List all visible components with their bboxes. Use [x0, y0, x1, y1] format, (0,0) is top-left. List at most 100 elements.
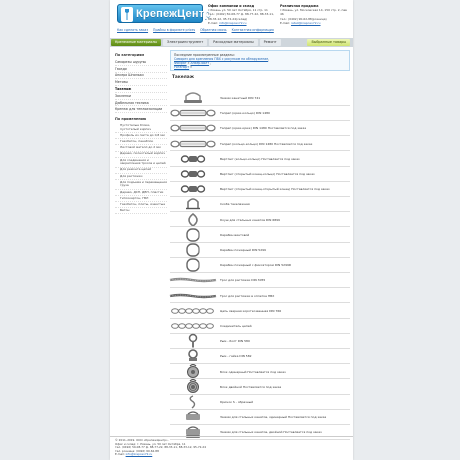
header: КрепежЦентр Офис компании и склад г.Ряза…	[110, 0, 353, 26]
tab-fasteners[interactable]: Крепежные материалы	[111, 39, 162, 46]
retail-contacts: Розничная продажа г.Рязань, ул. Московск…	[280, 4, 350, 25]
product-name-link[interactable]: Карабин винтовой	[220, 233, 249, 237]
sidebar-purpose-item[interactable]: Бетон	[115, 208, 167, 215]
sidebar-purpose-item[interactable]: Для соединения и закрепления тросов и це…	[115, 158, 167, 168]
product-name-link[interactable]: Рым - болт DIN 580	[220, 339, 250, 343]
screw-carabiner-icon[interactable]	[168, 227, 218, 243]
product-row[interactable]: Вертлюг (открытый конец-кольцо) Поставля…	[168, 166, 315, 182]
eye-nut-icon[interactable]	[168, 348, 218, 364]
product-name-link[interactable]: Вертлюг (открытый конец-открытый конец) …	[220, 187, 330, 191]
single-clamp-icon[interactable]	[168, 409, 218, 425]
product-row[interactable]: Талреп (крюк-кольцо) DIN 1480	[168, 105, 288, 121]
sidebar-category-item[interactable]: Дюбельная техника	[115, 100, 167, 107]
chain-connector-icon[interactable]	[168, 318, 218, 334]
product-row[interactable]: Вертлюг (кольцо-кольцо) Поставляется под…	[168, 151, 300, 167]
product-row[interactable]: Коуш для стальных канатов DIN 6899	[168, 212, 288, 228]
top-menu-item[interactable]: Контактная информация	[232, 28, 274, 34]
product-name-link[interactable]: Карабин пожарный DIN 5299	[220, 248, 266, 252]
sidebar-category-item[interactable]: Анкера Шпильки	[115, 73, 167, 80]
sidebar-purpose-item[interactable]: Пустотелые блоки, пустотелый кирпич	[115, 123, 167, 134]
tab-repair[interactable]: Ремонт	[259, 39, 281, 46]
product-row[interactable]: Талреп (кольцо-кольцо) DIN 1480 Поставля…	[168, 136, 312, 152]
footer: © 2011–2019. ООО «КрепежЦентр». Офис и с…	[110, 436, 353, 460]
tab-consumables[interactable]: Расходные материалы	[209, 39, 258, 46]
thimble-icon[interactable]	[168, 212, 218, 228]
product-row[interactable]: Талреп (крюк-крюк) DIN 1480 Поставляется…	[168, 120, 306, 136]
pvc-rope-icon[interactable]	[168, 288, 218, 304]
s-hook-icon[interactable]	[168, 394, 218, 410]
product-name-link[interactable]: Блок двойной Поставляется под заказ	[220, 385, 281, 389]
product-name-link[interactable]: Трос для растяжки в оплетке ПВХ	[220, 294, 274, 298]
logo[interactable]: КрепежЦентр	[117, 4, 211, 23]
turnbuckle-hook-hook-icon[interactable]	[168, 120, 218, 136]
product-row[interactable]: Вертлюг (открытый конец-открытый конец) …	[168, 181, 330, 197]
product-row[interactable]: Блок одинарный Поставляется под заказ	[168, 363, 288, 380]
page: КрепежЦентр Офис компании и склад г.Ряза…	[110, 0, 353, 460]
wire-rope-clip-icon[interactable]	[168, 90, 218, 106]
product-name-link[interactable]: Вертлюг (кольцо-кольцо) Поставляется под…	[220, 157, 300, 161]
categories-title: По категориям	[115, 53, 145, 57]
fire-carabiner-icon[interactable]	[168, 242, 218, 258]
retail-email-link[interactable]: retail@krepcen72.ru	[291, 21, 321, 25]
top-menu-item[interactable]: Как сделать заказ	[117, 28, 148, 34]
shackle-icon[interactable]	[168, 196, 218, 212]
tab-selected-items[interactable]: Выбранные товары	[307, 39, 350, 46]
product-name-link[interactable]: Трос для растяжки DIN 3055	[220, 278, 265, 282]
product-name-link[interactable]: Карабин пожарный с фиксатором DIN 5299D	[220, 263, 291, 267]
sidebar-category-item[interactable]: Заклепки	[115, 93, 167, 100]
sidebar-category-item[interactable]: Крепеж для теплоизоляции	[115, 106, 167, 114]
product-name-link[interactable]: Талреп (кольцо-кольцо) DIN 1480 Поставля…	[220, 142, 312, 146]
chain-icon[interactable]	[168, 303, 218, 319]
product-row[interactable]: Рым - болт DIN 580	[168, 333, 288, 349]
swivel-eye-eye-icon[interactable]	[168, 151, 218, 167]
product-name-link[interactable]: Вертлюг (открытый конец-кольцо) Поставля…	[220, 172, 315, 176]
product-row[interactable]: Блок двойной Поставляется под заказ	[168, 378, 288, 395]
sidebar-category-item[interactable]: Гвозди	[115, 66, 167, 73]
product-row[interactable]: Карабин пожарный DIN 5299	[168, 242, 288, 258]
top-menu-item[interactable]: Обратная связь	[200, 28, 226, 34]
sidebar-purpose-item[interactable]: Для подъема и перемещения груза	[115, 180, 167, 190]
product-name-link[interactable]: Скоба такелажная	[220, 202, 250, 206]
sidebar-category-item[interactable]: Саморезы шурупы	[115, 59, 167, 66]
product-row[interactable]: Карабин пожарный с фиксатором DIN 5299D	[168, 257, 291, 273]
steel-rope-icon[interactable]	[168, 272, 218, 288]
recently-viewed-link[interactable]: Ротапорт	[174, 65, 189, 69]
product-name-link[interactable]: Соединитель цепей	[220, 324, 252, 328]
footer-email-link[interactable]: info@krepcen72.ru	[126, 452, 153, 456]
product-name-link[interactable]: Крючок S - образный	[220, 400, 253, 404]
swivel-jaw-eye-icon[interactable]	[168, 166, 218, 182]
turnbuckle-hook-eye-icon[interactable]	[168, 105, 218, 121]
product-name-link[interactable]: Цепь сварная короткозвенная DIN 766	[220, 309, 281, 313]
product-row[interactable]: Крючок S - образный	[168, 394, 288, 410]
top-menu-item[interactable]: Прайсы в формате prices	[153, 28, 195, 34]
single-block-icon[interactable]	[168, 363, 218, 380]
double-block-icon[interactable]	[168, 378, 218, 395]
product-row[interactable]: Скоба такелажная	[168, 196, 288, 212]
product-row[interactable]: Зажим для стальных канатов, одинарный По…	[168, 409, 326, 425]
product-row[interactable]: Соединитель цепей	[168, 318, 288, 334]
product-row[interactable]: Рым - гайка DIN 582	[168, 348, 288, 364]
product-name-link[interactable]: Талреп (крюк-кольцо) DIN 1480	[220, 111, 270, 115]
product-name-link[interactable]: Коуш для стальных канатов DIN 6899	[220, 218, 280, 222]
product-name-link[interactable]: Зажим для стальных канатов, одинарный По…	[220, 415, 326, 419]
product-name-link[interactable]: Талреп (крюк-крюк) DIN 1480 Поставляется…	[220, 126, 306, 130]
eye-bolt-icon[interactable]	[168, 333, 218, 349]
sidebar-category-item[interactable]: Метизы	[115, 79, 167, 87]
product-row[interactable]: Трос для растяжки DIN 3055	[168, 272, 288, 288]
locking-carabiner-icon[interactable]	[168, 257, 218, 273]
product-row[interactable]: Трос для растяжки в оплетке ПВХ	[168, 288, 288, 304]
product-row[interactable]: Карабин винтовой	[168, 227, 288, 243]
sidebar-category-item[interactable]: Такелаж	[115, 86, 167, 93]
product-row[interactable]: Зажим канатный DIN 741	[168, 90, 288, 106]
recently-viewed-link[interactable]: Анкер-болт	[190, 61, 209, 65]
office-email-link[interactable]: info@krepcen72.ru	[219, 21, 247, 25]
office-contacts: Офис компании и склад г.Рязань ул. 50 ле…	[208, 4, 278, 25]
product-row[interactable]: Цепь сварная короткозвенная DIN 766	[168, 303, 288, 319]
product-name-link[interactable]: Рым - гайка DIN 582	[220, 354, 252, 358]
product-name-link[interactable]: Блок одинарный Поставляется под заказ	[220, 370, 286, 374]
tab-power-tools[interactable]: Электроинструмент	[163, 39, 208, 46]
turnbuckle-eye-eye-icon[interactable]	[168, 136, 218, 152]
product-name-link[interactable]: Зажим для стальных канатов, двойной Пост…	[220, 430, 322, 434]
product-name-link[interactable]: Зажим канатный DIN 741	[220, 96, 260, 100]
swivel-jaw-jaw-icon[interactable]	[168, 181, 218, 197]
